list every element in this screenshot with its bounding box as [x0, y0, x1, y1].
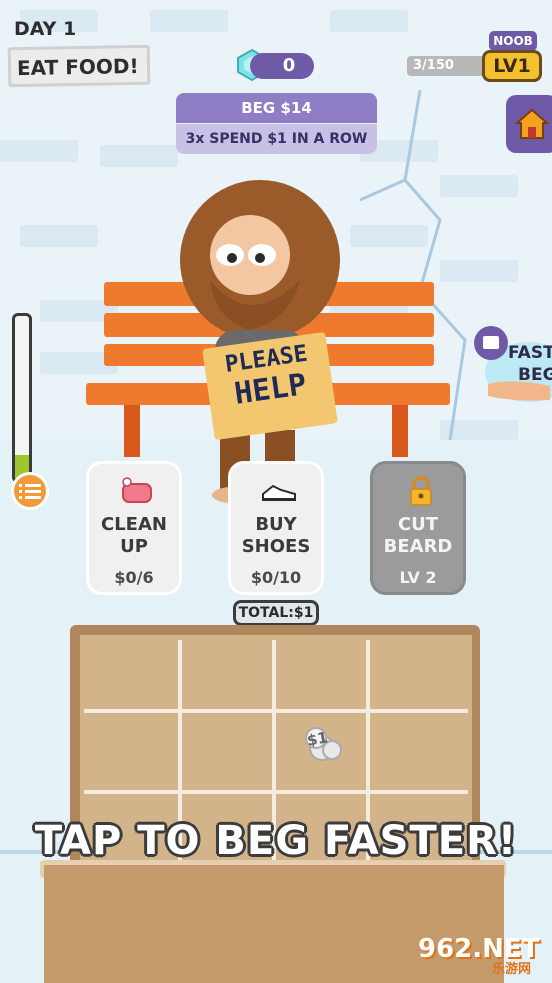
card-title: BUY SHOES [231, 514, 321, 558]
upgrade-card-clean-up[interactable]: CLEAN UP $0/6 [86, 461, 182, 595]
fast-beg-line2: BEG [518, 365, 552, 385]
card-title: CLEAN UP [89, 514, 179, 558]
day-label: DAY 1 [14, 18, 77, 40]
fast-beg-label[interactable]: FAST BEG [508, 342, 552, 386]
upgrade-card-buy-shoes[interactable]: BUY SHOES $0/10 [228, 461, 324, 595]
card-title-line1: CLEAN [101, 514, 167, 535]
card-title-line2: SHOES [241, 536, 311, 557]
card-title-line2: BEARD [383, 536, 453, 557]
upgrade-card-cut-beard[interactable]: CUT BEARD LV 2 [370, 461, 466, 595]
home-button[interactable] [506, 95, 552, 153]
fast-beg-line1: FAST [508, 343, 552, 363]
list-icon [19, 484, 41, 499]
card-cost: LV 2 [399, 568, 437, 587]
task-tag: EAT FOOD! [7, 44, 151, 88]
grid-line [84, 790, 468, 794]
beg-meter [12, 313, 32, 483]
lock-icon [410, 476, 432, 506]
total-earnings: TOTAL:$1 [233, 600, 319, 626]
menu-button[interactable] [11, 472, 49, 510]
shoe-icon [262, 484, 296, 501]
tap-to-beg-hint: TAP TO BEG FASTER! [34, 818, 518, 864]
soap-icon [122, 477, 152, 503]
card-title: CUT BEARD [373, 514, 463, 558]
xp-progress: 3/150 [407, 56, 487, 76]
please-help-sign: PLEASE HELP [202, 331, 338, 441]
gem-counter: 0 [250, 53, 314, 79]
card-title-line1: CUT [397, 514, 439, 535]
card-title-line2: UP [120, 536, 148, 557]
quest-subtitle: 3x SPEND $1 IN A ROW [176, 124, 377, 154]
cardboard-box-front [44, 865, 504, 983]
rank-badge: NOOB [489, 31, 537, 51]
quest-title: BEG $14 [176, 93, 377, 123]
card-cost: $0/6 [114, 568, 154, 587]
house-icon [515, 108, 549, 139]
level-badge: LV1 [482, 50, 542, 82]
grid-line [84, 709, 468, 713]
watermark-site: 乐游网 [492, 962, 532, 977]
coin-value: $1 [305, 728, 330, 750]
card-title-line1: BUY [255, 514, 297, 535]
card-cost: $0/10 [250, 568, 302, 587]
